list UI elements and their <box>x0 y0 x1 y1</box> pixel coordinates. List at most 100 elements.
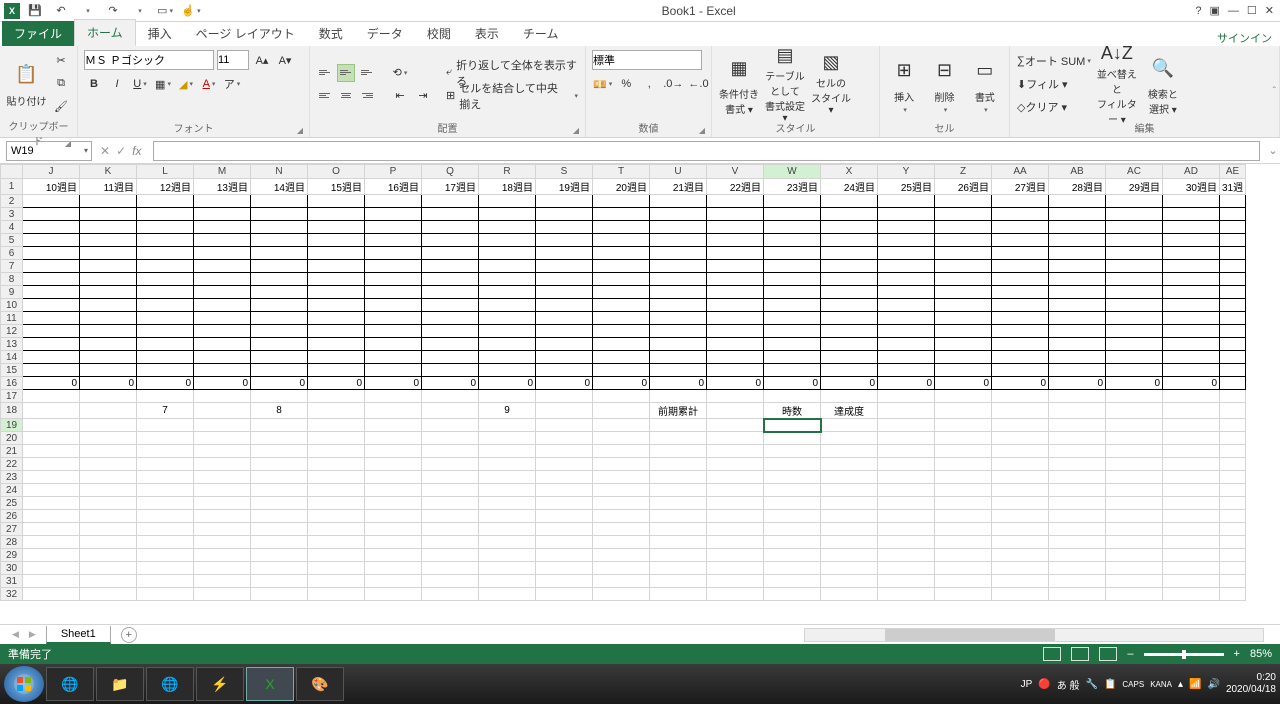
cell[interactable] <box>479 484 536 497</box>
cell[interactable] <box>1106 497 1163 510</box>
cell[interactable] <box>479 432 536 445</box>
cell[interactable] <box>878 299 935 312</box>
cell[interactable] <box>707 403 764 419</box>
cell[interactable] <box>1049 471 1106 484</box>
cell[interactable] <box>308 419 365 432</box>
cell[interactable] <box>1106 445 1163 458</box>
cell[interactable] <box>1106 536 1163 549</box>
cell[interactable] <box>308 575 365 588</box>
taskbar-explorer[interactable]: 📁 <box>96 667 144 701</box>
cell[interactable] <box>593 432 650 445</box>
cell[interactable] <box>593 286 650 299</box>
row-header[interactable]: 20 <box>1 432 23 445</box>
cell[interactable] <box>365 536 422 549</box>
cell[interactable] <box>80 312 137 325</box>
cell[interactable] <box>308 549 365 562</box>
cell[interactable] <box>479 562 536 575</box>
cell[interactable] <box>992 445 1049 458</box>
cell[interactable] <box>137 286 194 299</box>
cell[interactable] <box>365 351 422 364</box>
cell[interactable] <box>821 234 878 247</box>
cell[interactable] <box>1049 445 1106 458</box>
cell[interactable] <box>308 299 365 312</box>
cell[interactable] <box>479 588 536 601</box>
cell[interactable] <box>194 221 251 234</box>
cell[interactable] <box>1163 575 1220 588</box>
cell[interactable] <box>1049 338 1106 351</box>
cell[interactable] <box>1106 523 1163 536</box>
cell[interactable]: 0 <box>1049 377 1106 390</box>
cell[interactable] <box>707 195 764 208</box>
cell[interactable] <box>593 325 650 338</box>
cell[interactable] <box>593 195 650 208</box>
cell[interactable]: 31週 <box>1220 179 1246 195</box>
row-header[interactable]: 8 <box>1 273 23 286</box>
cell[interactable] <box>137 325 194 338</box>
clear-button[interactable]: ◇ クリア ▾ <box>1016 97 1068 117</box>
cell[interactable] <box>1163 299 1220 312</box>
cell[interactable] <box>593 536 650 549</box>
cell[interactable] <box>137 471 194 484</box>
cell[interactable] <box>23 208 80 221</box>
cell[interactable] <box>308 195 365 208</box>
row-header[interactable]: 4 <box>1 221 23 234</box>
cell[interactable] <box>137 549 194 562</box>
cell[interactable] <box>992 325 1049 338</box>
cell[interactable] <box>650 208 707 221</box>
cell[interactable] <box>194 195 251 208</box>
cell[interactable] <box>251 208 308 221</box>
cell[interactable] <box>707 338 764 351</box>
cell[interactable] <box>422 497 479 510</box>
copy-icon[interactable]: ⧉ <box>51 73 71 93</box>
cell[interactable] <box>593 312 650 325</box>
cell[interactable] <box>992 260 1049 273</box>
cell[interactable] <box>308 510 365 523</box>
cell[interactable] <box>935 351 992 364</box>
cell[interactable] <box>1220 445 1246 458</box>
zoom-slider[interactable] <box>1144 653 1224 656</box>
cell[interactable] <box>80 536 137 549</box>
cell[interactable] <box>878 432 935 445</box>
cell[interactable] <box>1049 575 1106 588</box>
cell[interactable] <box>878 364 935 377</box>
cell[interactable] <box>593 273 650 286</box>
cell[interactable] <box>992 497 1049 510</box>
cell[interactable] <box>23 497 80 510</box>
cell[interactable] <box>365 364 422 377</box>
zoom-out[interactable]: – <box>1127 648 1133 660</box>
cell[interactable] <box>992 195 1049 208</box>
cell[interactable] <box>137 221 194 234</box>
font-launcher[interactable]: ◢ <box>297 126 303 135</box>
cell[interactable] <box>1106 588 1163 601</box>
cell[interactable] <box>1220 390 1246 403</box>
cell[interactable] <box>1220 299 1246 312</box>
taskbar-chrome2[interactable]: 🌐 <box>146 667 194 701</box>
cell[interactable] <box>137 247 194 260</box>
tray-chevron-icon[interactable]: ▴ <box>1178 679 1183 690</box>
cell[interactable] <box>137 432 194 445</box>
cell[interactable] <box>251 562 308 575</box>
cell[interactable] <box>764 195 821 208</box>
cell[interactable] <box>992 286 1049 299</box>
cell[interactable] <box>1220 195 1246 208</box>
cell[interactable] <box>308 562 365 575</box>
cell[interactable] <box>1106 273 1163 286</box>
cell[interactable] <box>1220 458 1246 471</box>
cell[interactable] <box>1163 247 1220 260</box>
cell[interactable]: 0 <box>878 377 935 390</box>
cell[interactable] <box>251 364 308 377</box>
cell[interactable] <box>536 458 593 471</box>
cell[interactable] <box>422 471 479 484</box>
cell[interactable] <box>935 445 992 458</box>
cell[interactable] <box>992 208 1049 221</box>
cell[interactable] <box>194 562 251 575</box>
start-button[interactable] <box>4 666 44 702</box>
tray-ime-pad-icon[interactable]: 📋 <box>1104 679 1116 690</box>
decrease-font-icon[interactable]: A▾ <box>275 50 295 70</box>
cell[interactable] <box>80 247 137 260</box>
cell[interactable] <box>23 523 80 536</box>
cell[interactable] <box>251 390 308 403</box>
delete-cells-button[interactable]: ⊟削除 <box>926 52 962 116</box>
maximize-icon[interactable]: ☐ <box>1247 4 1257 17</box>
cell[interactable] <box>650 195 707 208</box>
